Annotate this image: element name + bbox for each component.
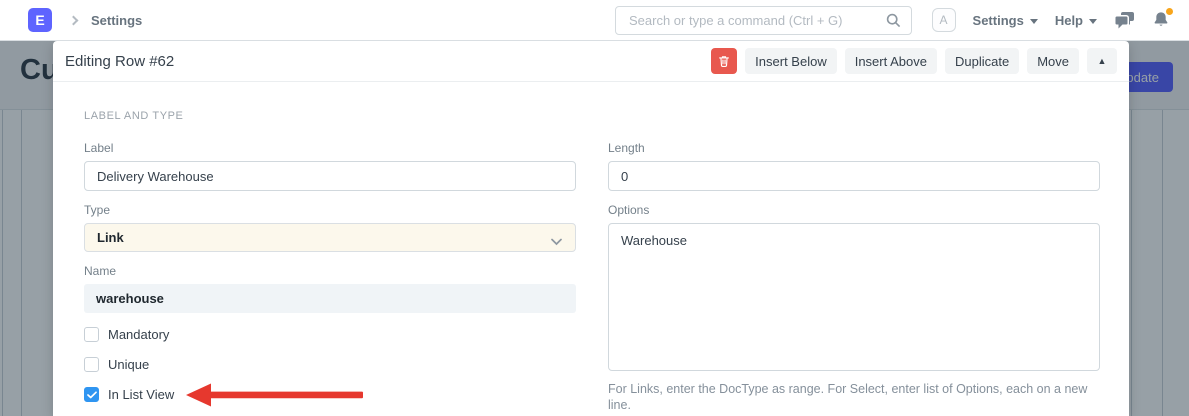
- type-field-group: Type Link: [84, 203, 576, 252]
- in-list-view-checkbox[interactable]: [84, 387, 99, 402]
- insert-below-button[interactable]: Insert Below: [745, 48, 837, 74]
- global-search: [615, 6, 912, 35]
- chevron-down-icon: [1089, 19, 1097, 24]
- name-readonly-field: warehouse: [84, 284, 576, 313]
- checkbox-group: Mandatory Unique In List V: [84, 327, 576, 402]
- section-heading: LABEL AND TYPE: [84, 110, 1100, 122]
- length-input[interactable]: [608, 161, 1100, 191]
- checkbox-row-unique[interactable]: Unique: [84, 357, 576, 372]
- insert-above-button[interactable]: Insert Above: [845, 48, 937, 74]
- label-field-label: Label: [84, 141, 576, 155]
- options-textarea[interactable]: Warehouse: [608, 223, 1100, 371]
- help-menu[interactable]: Help: [1055, 13, 1097, 28]
- screen: E Settings A Settings Help: [0, 0, 1189, 416]
- breadcrumb[interactable]: Settings: [91, 13, 142, 28]
- length-field-label: Length: [608, 141, 1100, 155]
- move-button[interactable]: Move: [1027, 48, 1079, 74]
- chevron-down-icon: [551, 234, 562, 249]
- left-column: Label Type Link: [84, 141, 576, 416]
- app-logo[interactable]: E: [28, 8, 52, 32]
- label-field-group: Label: [84, 141, 576, 191]
- unique-checkbox-label: Unique: [108, 357, 149, 372]
- length-field-group: Length: [608, 141, 1100, 191]
- in-list-view-checkbox-label: In List View: [108, 387, 174, 402]
- chevron-down-icon: [1030, 19, 1038, 24]
- notification-dot: [1166, 8, 1173, 15]
- dialog-body: LABEL AND TYPE Label Type Link: [53, 82, 1129, 416]
- breadcrumb-chevron-icon: [69, 15, 79, 25]
- checkbox-row-in-list-view[interactable]: In List View: [84, 387, 576, 402]
- options-field-group: Options Warehouse For Links, enter the D…: [608, 203, 1100, 413]
- checkbox-row-mandatory[interactable]: Mandatory: [84, 327, 576, 342]
- help-menu-label: Help: [1055, 13, 1083, 28]
- type-select[interactable]: Link: [84, 223, 576, 252]
- search-icon: [886, 13, 901, 28]
- options-field-label: Options: [608, 203, 1100, 217]
- name-field-label: Name: [84, 264, 576, 278]
- dialog-title: Editing Row #62: [65, 53, 174, 70]
- edit-row-dialog: Editing Row #62 Insert Below Insert Abov…: [53, 41, 1129, 416]
- search-input[interactable]: [616, 7, 886, 34]
- label-input[interactable]: [84, 161, 576, 191]
- avatar[interactable]: A: [932, 8, 956, 32]
- trash-icon: [717, 54, 731, 68]
- unique-checkbox[interactable]: [84, 357, 99, 372]
- collapse-row-button[interactable]: ▲: [1087, 48, 1117, 74]
- mandatory-checkbox[interactable]: [84, 327, 99, 342]
- right-column: Length Options Warehouse For Links, ente…: [608, 141, 1100, 416]
- chevron-up-icon: ▲: [1098, 57, 1107, 66]
- type-field-label: Type: [84, 203, 576, 217]
- navbar: E Settings A Settings Help: [0, 0, 1189, 41]
- mandatory-checkbox-label: Mandatory: [108, 327, 169, 342]
- duplicate-button[interactable]: Duplicate: [945, 48, 1019, 74]
- settings-menu[interactable]: Settings: [973, 13, 1038, 28]
- options-help-text: For Links, enter the DocType as range. F…: [608, 382, 1100, 413]
- dialog-header: Editing Row #62 Insert Below Insert Abov…: [53, 41, 1129, 82]
- delete-row-button[interactable]: [711, 48, 737, 74]
- name-field-group: Name warehouse: [84, 264, 576, 313]
- type-select-value: Link: [97, 230, 124, 245]
- chat-icon[interactable]: [1114, 12, 1135, 29]
- notifications-bell-icon[interactable]: [1152, 11, 1170, 29]
- settings-menu-label: Settings: [973, 13, 1024, 28]
